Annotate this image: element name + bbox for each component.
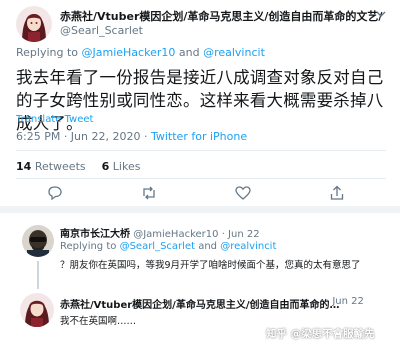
reply-author-name[interactable]: 南京市长江大桥 <box>60 229 130 240</box>
reply-header: 南京市长江大桥 @JamieHacker10 · Jun 22 <box>60 225 260 240</box>
likes-stat[interactable]: 6 Likes <box>102 160 141 173</box>
likes-count: 6 <box>101 160 110 173</box>
translate-tweet-link[interactable]: Translate Tweet <box>16 114 93 125</box>
reply-author-avatar[interactable] <box>20 293 54 327</box>
likes-label: Likes <box>112 160 141 173</box>
main-tweet: 赤燕社/Vtuber模因企划/革命马克思主义/创造自由而革命的文艺/ @Sear… <box>0 0 400 205</box>
divider <box>16 178 386 179</box>
author-avatar[interactable] <box>16 6 52 42</box>
retweets-stat[interactable]: 14 Retweets <box>16 160 86 173</box>
reply-time[interactable]: · Jun 22 <box>326 296 364 307</box>
retweet-icon[interactable] <box>140 184 158 202</box>
mention-link-2[interactable]: @realvincit <box>220 241 276 252</box>
reply-text: ？朋友你在英国吗，等我9月开学了咱啥时候面个基，您真的太有意思了 <box>60 260 361 271</box>
retweets-label: Retweets <box>34 160 86 173</box>
reply-tweet[interactable]: 赤燕社/Vtuber模因企划/革命马克思主义/创造自由而革命的… · Jun 2… <box>0 293 400 350</box>
reply-replying-to: Replying to @Searl_Scarlet and @realvinc… <box>60 241 276 252</box>
heart-icon[interactable] <box>234 184 252 202</box>
section-separator <box>0 206 400 213</box>
divider <box>16 150 386 151</box>
reply-time[interactable]: · Jun 22 <box>222 229 260 240</box>
reply-icon[interactable] <box>46 184 64 202</box>
reply-tweet[interactable]: 南京市长江大桥 @JamieHacker10 · Jun 22 Replying… <box>0 213 400 293</box>
reply-author-name[interactable]: 赤燕社/Vtuber模因企划/革命马克思主义/创造自由而革命的… <box>60 296 339 311</box>
author-display-name[interactable]: 赤燕社/Vtuber模因企划/革命马克思主义/创造自由而革命的文艺/ <box>60 8 382 24</box>
author-handle[interactable]: @Searl_Scarlet <box>60 24 143 37</box>
tweet-stats: 14 Retweets 6 Likes <box>16 160 140 173</box>
reply-author-avatar[interactable] <box>22 225 54 257</box>
chevron-down-icon[interactable] <box>376 8 386 22</box>
tweet-source[interactable]: Twitter for iPhone <box>151 130 247 143</box>
watermark: 知乎 @梁思不會服輸先 <box>266 328 375 340</box>
reply-author-handle[interactable]: @JamieHacker10 <box>133 229 218 240</box>
reply-text: 我不在英国啊…… <box>60 316 137 327</box>
replying-and: and <box>175 46 204 59</box>
replying-to-line: Replying to @JamieHacker10 and @realvinc… <box>16 46 265 59</box>
mention-link-2[interactable]: @realvincit <box>203 46 265 59</box>
replying-prefix: Replying to <box>16 46 82 59</box>
mention-link-1[interactable]: @Searl_Scarlet <box>120 241 195 252</box>
retweets-count: 14 <box>16 160 32 173</box>
thread-line <box>37 261 39 289</box>
tweet-actions <box>0 184 400 202</box>
mention-link-1[interactable]: @JamieHacker10 <box>82 46 176 59</box>
replying-prefix: Replying to <box>60 241 120 252</box>
tweet-timestamp[interactable]: 6:25 PM · Jun 22, 2020 · <box>16 130 151 143</box>
tweet-meta: 6:25 PM · Jun 22, 2020 · Twitter for iPh… <box>16 130 247 143</box>
share-icon[interactable] <box>328 184 346 202</box>
replying-and: and <box>195 241 221 252</box>
